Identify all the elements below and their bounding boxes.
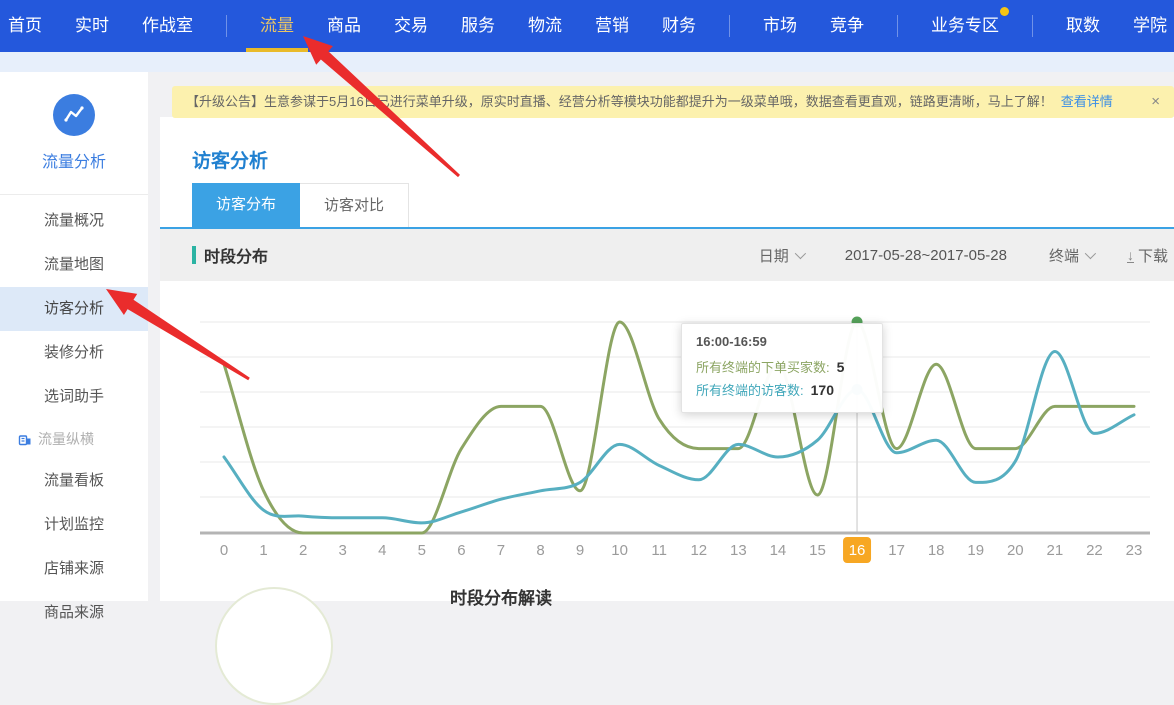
- chevron-down-icon: [1085, 248, 1096, 259]
- sidebar-item[interactable]: 访客分析: [0, 287, 148, 331]
- svg-text:20: 20: [1007, 542, 1024, 559]
- svg-text:19: 19: [967, 542, 984, 559]
- download-icon: ↓: [1127, 248, 1134, 263]
- svg-text:8: 8: [536, 542, 544, 559]
- section-marker: [192, 246, 196, 264]
- tooltip-value: 5: [837, 359, 845, 375]
- nav-item[interactable]: 商品: [327, 0, 361, 52]
- sidebar-item[interactable]: 流量概况: [0, 199, 148, 243]
- svg-text:9: 9: [576, 542, 584, 559]
- svg-text:12: 12: [690, 542, 707, 559]
- svg-text:3: 3: [339, 542, 347, 559]
- svg-text:23: 23: [1126, 542, 1143, 559]
- svg-text:6: 6: [457, 542, 465, 559]
- nav-divider: [729, 15, 730, 37]
- tab-visitor-distribution[interactable]: 访客分布: [192, 183, 300, 227]
- sidebar-item[interactable]: 商品来源: [0, 591, 148, 635]
- nav-divider: [1032, 15, 1033, 37]
- sidebar-item[interactable]: 流量看板: [0, 459, 148, 503]
- section-header: 时段分布 日期 2017-05-28~2017-05-28 终端 ↓下载: [160, 229, 1174, 281]
- tab-bar: 访客分布 访客对比: [192, 183, 409, 227]
- sidebar-item[interactable]: 选词助手: [0, 375, 148, 419]
- donut-chart-preview: [215, 587, 333, 705]
- date-dropdown[interactable]: 日期: [759, 245, 803, 266]
- sidebar-item[interactable]: 店铺来源: [0, 547, 148, 591]
- tab-visitor-comparison[interactable]: 访客对比: [300, 183, 409, 227]
- svg-text:22: 22: [1086, 542, 1103, 559]
- sidebar-section-label: 流量纵横: [0, 419, 148, 459]
- svg-text:4: 4: [378, 542, 386, 559]
- chart-controls: 日期 2017-05-28~2017-05-28 终端 ↓下载: [759, 245, 1168, 266]
- svg-text:5: 5: [418, 542, 426, 559]
- nav-item[interactable]: 物流: [528, 0, 562, 52]
- next-section-title: 时段分布解读: [450, 584, 552, 609]
- svg-text:18: 18: [928, 542, 945, 559]
- top-nav: 首页实时作战室 流量商品交易服务物流营销财务 市场竞争 业务专区 取数学院: [0, 0, 1174, 52]
- sidebar-item[interactable]: 流量地图: [0, 243, 148, 287]
- nav-item[interactable]: 服务: [461, 0, 495, 52]
- sidebar-app-label: 流量分析: [0, 148, 148, 172]
- terminal-dropdown[interactable]: 终端: [1049, 245, 1093, 266]
- sidebar-item[interactable]: 计划监控: [0, 503, 148, 547]
- svg-text:14: 14: [770, 542, 787, 559]
- sidebar: 流量分析 流量概况流量地图访客分析装修分析选词助手流量纵横流量看板计划监控店铺来…: [0, 72, 148, 601]
- nav-item[interactable]: 取数: [1066, 0, 1100, 52]
- svg-text:0: 0: [220, 542, 228, 559]
- line-chart-icon: [53, 94, 95, 136]
- nav-item[interactable]: 交易: [394, 0, 428, 52]
- svg-text:15: 15: [809, 542, 826, 559]
- notification-dot-icon: [1000, 7, 1009, 16]
- sidebar-menu: 流量概况流量地图访客分析装修分析选词助手流量纵横流量看板计划监控店铺来源商品来源: [0, 195, 148, 635]
- upgrade-announcement-banner: 【升级公告】生意参谋于5月16日已进行菜单升级，原实时直播、经营分析等模块功能都…: [172, 86, 1174, 118]
- svg-text:17: 17: [888, 542, 905, 559]
- nav-item[interactable]: 业务专区: [931, 0, 999, 52]
- svg-text:11: 11: [651, 542, 667, 559]
- nav-item[interactable]: 作战室: [142, 0, 193, 52]
- tooltip-row-buyers: 所有终端的下单买家数: 5: [696, 356, 868, 379]
- svg-text:21: 21: [1047, 542, 1064, 559]
- tooltip-label: 所有终端的访客数:: [696, 383, 804, 398]
- section-title: 时段分布: [204, 243, 268, 267]
- svg-text:7: 7: [497, 542, 505, 559]
- banner-text: 【升级公告】生意参谋于5月16日已进行菜单升级，原实时直播、经营分析等模块功能都…: [186, 94, 1053, 109]
- page-title: 访客分析: [192, 146, 268, 173]
- chevron-down-icon: [795, 248, 806, 259]
- subnav-strip: [0, 52, 1174, 72]
- svg-text:13: 13: [730, 542, 747, 559]
- svg-text:2: 2: [299, 542, 307, 559]
- svg-text:1: 1: [259, 542, 267, 559]
- building-icon: [18, 432, 32, 446]
- nav-item[interactable]: 流量: [260, 0, 294, 52]
- hourly-distribution-chart[interactable]: 01234567891011121314151617181920212223: [160, 281, 1174, 581]
- tooltip-time-range: 16:00-16:59: [696, 334, 868, 349]
- nav-item[interactable]: 首页: [8, 0, 42, 52]
- sidebar-item[interactable]: 装修分析: [0, 331, 148, 375]
- date-range-value[interactable]: 2017-05-28~2017-05-28: [845, 247, 1007, 264]
- sidebar-app: 流量分析: [0, 72, 148, 172]
- tooltip-label: 所有终端的下单买家数:: [696, 360, 830, 375]
- nav-divider: [897, 15, 898, 37]
- download-button[interactable]: ↓下载: [1127, 245, 1168, 266]
- banner-details-link[interactable]: 查看详情: [1061, 94, 1113, 109]
- svg-text:10: 10: [611, 542, 628, 559]
- tooltip-value: 170: [811, 382, 834, 398]
- nav-item[interactable]: 竞争: [830, 0, 864, 52]
- tooltip-row-visitors: 所有终端的访客数: 170: [696, 379, 868, 402]
- nav-item[interactable]: 财务: [662, 0, 696, 52]
- nav-divider: [226, 15, 227, 37]
- svg-text:16: 16: [849, 542, 866, 559]
- chart-tooltip: 16:00-16:59 所有终端的下单买家数: 5 所有终端的访客数: 170: [681, 323, 883, 413]
- nav-item[interactable]: 学院: [1133, 0, 1167, 52]
- nav-item[interactable]: 市场: [763, 0, 797, 52]
- nav-item[interactable]: 实时: [75, 0, 109, 52]
- nav-item[interactable]: 营销: [595, 0, 629, 52]
- close-icon[interactable]: ×: [1151, 86, 1160, 118]
